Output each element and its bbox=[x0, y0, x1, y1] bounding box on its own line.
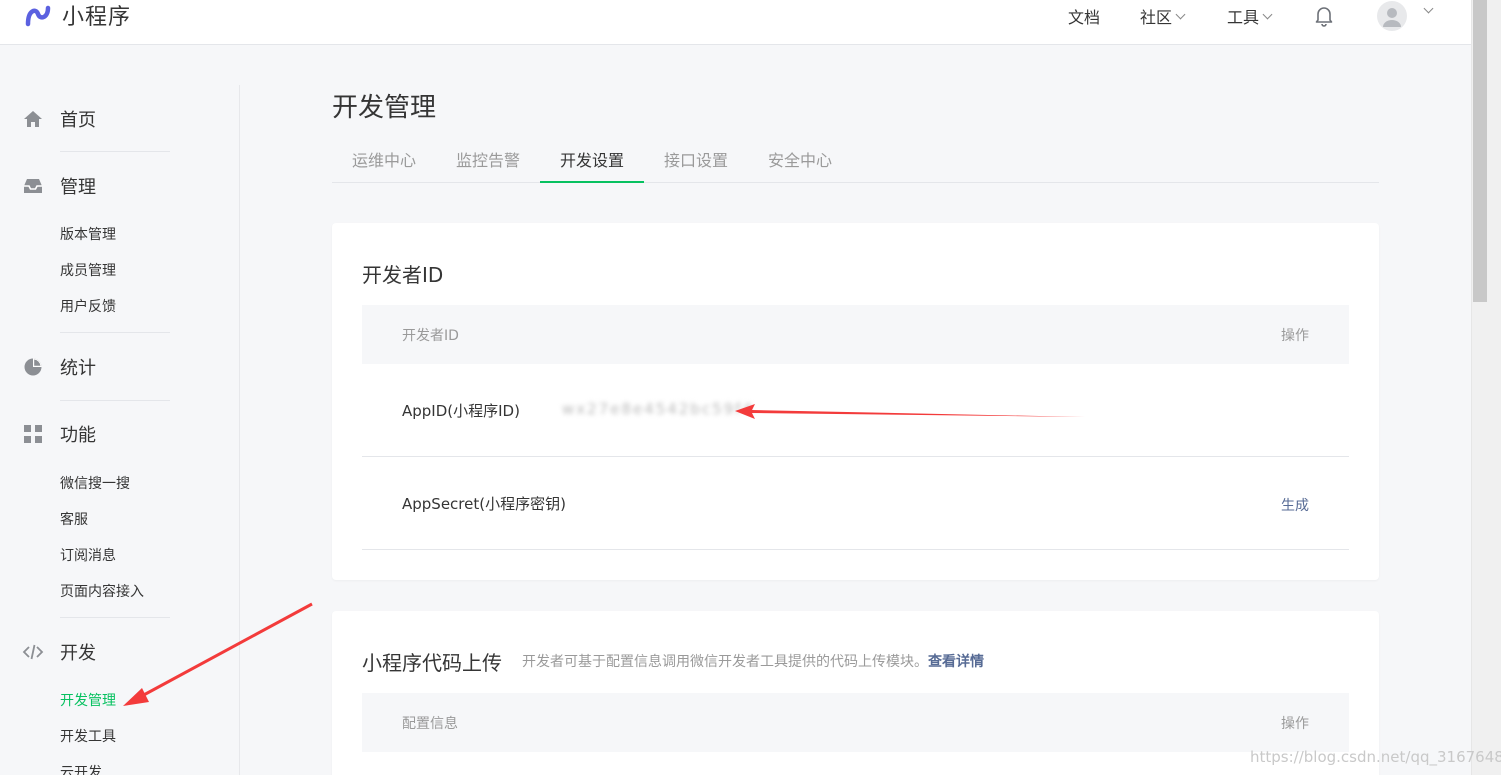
inbox-icon bbox=[24, 179, 42, 193]
card-title: 开发者ID bbox=[362, 263, 444, 287]
page-title: 开发管理 bbox=[332, 93, 437, 123]
tab-operations-center[interactable]: 运维中心 bbox=[332, 145, 436, 183]
sidebar-item-version-manage[interactable]: 版本管理 bbox=[60, 226, 116, 244]
user-avatar-icon bbox=[1383, 8, 1401, 27]
sidebar-item-manage[interactable]: 管理 bbox=[22, 174, 96, 198]
chevron-down-icon bbox=[1262, 9, 1273, 19]
sidebar-item-home[interactable]: 首页 bbox=[22, 107, 96, 131]
sidebar-item-customer-service[interactable]: 客服 bbox=[60, 511, 88, 529]
nav-docs[interactable]: 文档 bbox=[1068, 5, 1100, 27]
pie-chart-icon bbox=[24, 358, 42, 376]
app-title: 小程序 bbox=[62, 5, 132, 30]
view-details-link[interactable]: 查看详情 bbox=[928, 654, 984, 670]
appsecret-label: AppSecret(小程序密钥) bbox=[402, 495, 566, 513]
mini-program-logo-icon bbox=[25, 5, 51, 27]
table-header: 配置信息 操作 bbox=[362, 693, 1349, 752]
home-icon bbox=[24, 111, 42, 127]
sidebar-item-user-feedback[interactable]: 用户反馈 bbox=[60, 298, 116, 316]
sidebar-divider bbox=[60, 151, 170, 152]
avatar[interactable] bbox=[1377, 1, 1407, 31]
sidebar-item-subscribe-messages[interactable]: 订阅消息 bbox=[60, 547, 116, 565]
code-upload-card: 小程序代码上传 开发者可基于配置信息调用微信开发者工具提供的代码上传模块。查看详… bbox=[332, 611, 1379, 775]
bell-icon[interactable] bbox=[1314, 5, 1334, 27]
column-header-name: 配置信息 bbox=[402, 716, 458, 732]
sidebar-item-label: 功能 bbox=[60, 425, 96, 446]
sidebar-divider bbox=[60, 332, 170, 333]
chevron-down-icon bbox=[1175, 9, 1186, 19]
sidebar-item-label: 首页 bbox=[60, 110, 96, 131]
sidebar-divider bbox=[60, 617, 170, 618]
nav-docs-label: 文档 bbox=[1068, 8, 1101, 27]
code-icon bbox=[22, 644, 44, 660]
nav-community-label: 社区 bbox=[1140, 8, 1173, 27]
card-title: 小程序代码上传 bbox=[362, 651, 502, 675]
account-menu-chevron-icon[interactable] bbox=[1423, 3, 1434, 14]
column-header-action: 操作 bbox=[1281, 716, 1309, 732]
table-row-appsecret: AppSecret(小程序密钥) 生成 bbox=[362, 457, 1349, 550]
sidebar-item-label: 管理 bbox=[60, 177, 96, 198]
sidebar-item-cloud-dev[interactable]: 云开发 bbox=[60, 764, 102, 775]
top-bar: 小程序 文档 社区 工具 bbox=[0, 0, 1471, 45]
scrollbar-thumb[interactable] bbox=[1473, 0, 1487, 302]
sidebar-divider bbox=[60, 400, 170, 401]
upload-description-text: 开发者可基于配置信息调用微信开发者工具提供的代码上传模块。 bbox=[522, 654, 928, 670]
grid-icon bbox=[24, 425, 42, 443]
tab-monitoring-alerts[interactable]: 监控告警 bbox=[436, 145, 540, 183]
generate-secret-link[interactable]: 生成 bbox=[1281, 495, 1309, 515]
tab-bar: 运维中心 监控告警 开发设置 接口设置 安全中心 bbox=[332, 145, 1379, 183]
sidebar-item-dev-tools[interactable]: 开发工具 bbox=[60, 728, 116, 746]
sidebar-item-wechat-search[interactable]: 微信搜一搜 bbox=[60, 475, 130, 493]
sidebar-item-stats[interactable]: 统计 bbox=[22, 355, 96, 379]
page-scrollbar[interactable] bbox=[1471, 0, 1501, 775]
nav-tools[interactable]: 工具 bbox=[1227, 5, 1273, 27]
appid-label: AppID(小程序ID) bbox=[402, 402, 520, 420]
tab-dev-settings[interactable]: 开发设置 bbox=[540, 145, 644, 183]
app-logo[interactable]: 小程序 bbox=[22, 0, 131, 30]
table-header: 开发者ID 操作 bbox=[362, 305, 1349, 364]
table-row-appid: AppID(小程序ID) wx27e8e4542bc59f4 bbox=[362, 364, 1349, 457]
tab-security-center[interactable]: 安全中心 bbox=[748, 145, 852, 183]
sidebar-item-page-content-access[interactable]: 页面内容接入 bbox=[60, 583, 144, 601]
nav-community[interactable]: 社区 bbox=[1140, 5, 1186, 27]
tab-api-settings[interactable]: 接口设置 bbox=[644, 145, 748, 183]
sidebar-item-label: 开发 bbox=[60, 643, 96, 664]
appid-value[interactable]: wx27e8e4542bc59f4 bbox=[562, 400, 754, 418]
sidebar-item-dev[interactable]: 开发 bbox=[22, 640, 96, 664]
column-header-action: 操作 bbox=[1281, 328, 1309, 344]
nav-tools-label: 工具 bbox=[1227, 8, 1260, 27]
sidebar-item-features[interactable]: 功能 bbox=[22, 422, 96, 446]
developer-id-card: 开发者ID 开发者ID 操作 AppID(小程序ID) wx27e8e4542b… bbox=[332, 223, 1379, 580]
sidebar-item-dev-manage[interactable]: 开发管理 bbox=[60, 692, 116, 710]
sidebar-item-member-manage[interactable]: 成员管理 bbox=[60, 262, 116, 280]
watermark: https://blog.csdn.net/qq_31676483 bbox=[1250, 748, 1501, 766]
column-header-name: 开发者ID bbox=[402, 328, 459, 344]
sidebar-item-label: 统计 bbox=[60, 358, 96, 379]
upload-description: 开发者可基于配置信息调用微信开发者工具提供的代码上传模块。查看详情 bbox=[522, 651, 984, 671]
